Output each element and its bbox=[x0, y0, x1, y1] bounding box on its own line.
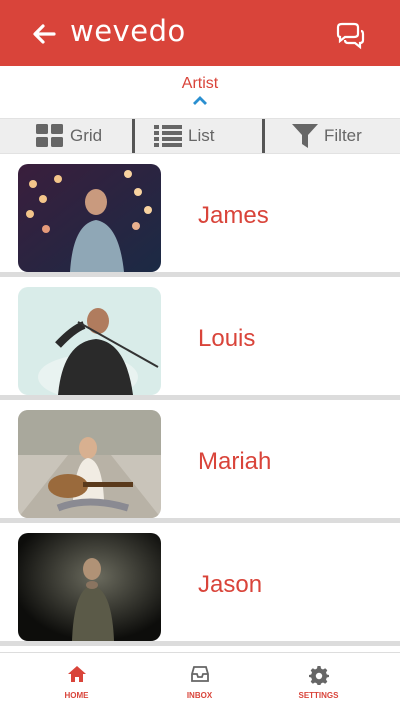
list-item[interactable]: Jason bbox=[0, 523, 400, 646]
arrow-left-icon[interactable] bbox=[30, 20, 58, 48]
nav-settings-label: SETTINGS bbox=[298, 691, 339, 700]
artist-photo bbox=[18, 533, 161, 641]
list-icon bbox=[154, 125, 182, 147]
tab-list[interactable]: List bbox=[154, 119, 214, 153]
list-item[interactable]: James bbox=[0, 154, 400, 277]
category-label[interactable]: Artist bbox=[0, 75, 400, 93]
artist-photo bbox=[18, 410, 161, 518]
artist-name: Mariah bbox=[198, 448, 272, 475]
tab-divider bbox=[132, 119, 135, 153]
nav-home-label: HOME bbox=[64, 691, 89, 700]
nav-inbox-label: INBOX bbox=[186, 691, 213, 700]
filter-icon bbox=[292, 124, 318, 148]
tab-divider bbox=[262, 119, 265, 153]
app-title: wevedo bbox=[70, 14, 186, 48]
category-header: Artist bbox=[0, 66, 400, 118]
list-item[interactable]: Mariah bbox=[0, 400, 400, 523]
nav-inbox[interactable]: INBOX bbox=[133, 653, 266, 712]
chevron-up-icon[interactable] bbox=[192, 96, 208, 106]
artist-photo bbox=[18, 164, 161, 272]
list-item[interactable]: Louis bbox=[0, 277, 400, 400]
tab-filter[interactable]: Filter bbox=[292, 119, 362, 153]
gear-icon bbox=[308, 666, 329, 685]
view-toggle-bar: Grid List Filter bbox=[0, 118, 400, 154]
artist-name: James bbox=[198, 202, 269, 229]
tab-filter-label: Filter bbox=[324, 126, 362, 145]
tab-grid-label: Grid bbox=[70, 126, 103, 145]
grid-icon bbox=[36, 124, 63, 147]
home-icon bbox=[67, 666, 86, 682]
chat-bubbles-icon[interactable] bbox=[334, 22, 366, 50]
app-header: wevedo bbox=[0, 0, 400, 66]
artist-name: Jason bbox=[198, 571, 263, 598]
artist-photo bbox=[18, 287, 161, 395]
tab-grid[interactable]: Grid bbox=[36, 119, 102, 153]
nav-settings[interactable]: SETTINGS bbox=[252, 653, 385, 712]
bottom-navigation: HOME INBOX SETTINGS bbox=[0, 652, 400, 712]
artist-name: Louis bbox=[198, 325, 256, 352]
nav-home[interactable]: HOME bbox=[10, 653, 143, 712]
inbox-icon bbox=[190, 666, 209, 682]
tab-list-label: List bbox=[188, 126, 215, 145]
artist-list: James Louis Mariah Jason bbox=[0, 154, 400, 646]
